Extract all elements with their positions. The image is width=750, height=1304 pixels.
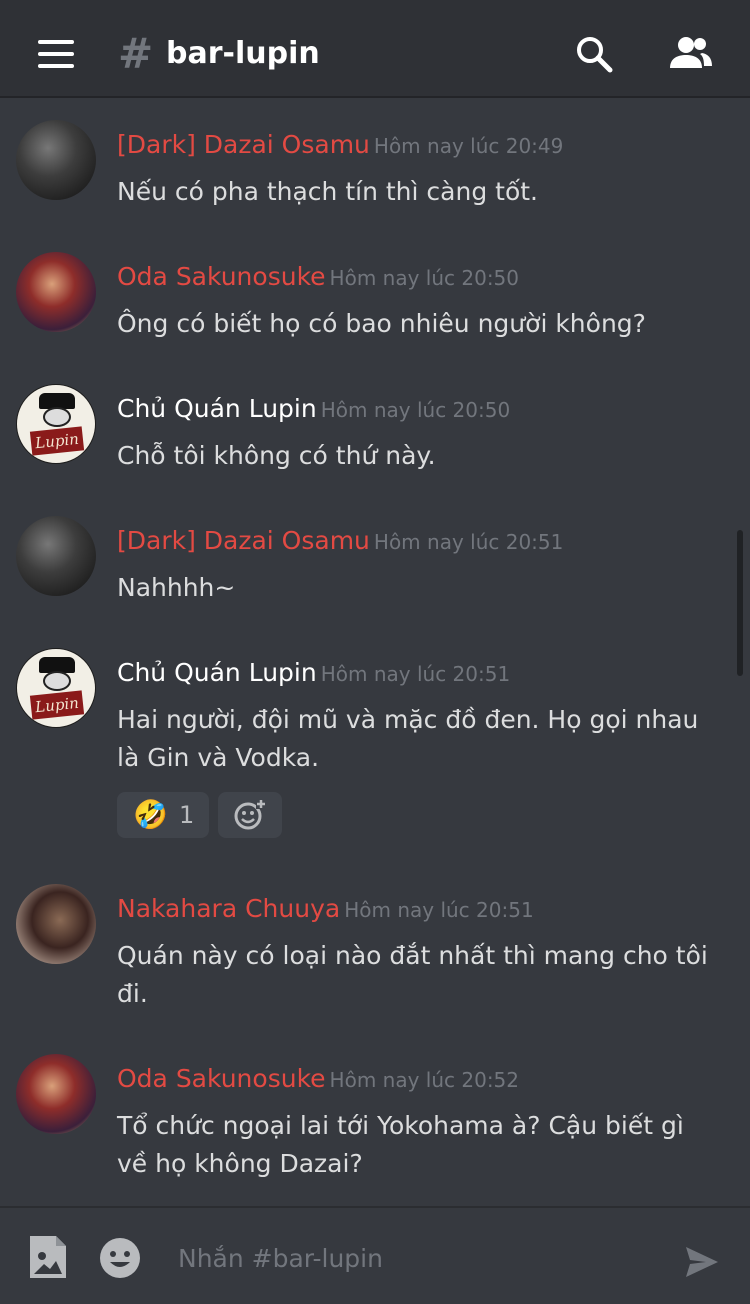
scrollbar[interactable]	[737, 530, 743, 676]
username[interactable]: Chủ Quán Lupin	[117, 658, 317, 687]
message-header: Nakahara Chuuya Hôm nay lúc 20:51	[117, 894, 534, 923]
avatar-lupin[interactable]: Lupin	[16, 384, 96, 464]
lupin-logo: Lupin	[29, 690, 85, 720]
username[interactable]: Nakahara Chuuya	[117, 894, 340, 923]
message-text: Quán này có loại nào đắt nhất thì mang c…	[117, 941, 708, 1008]
channel-title: bar-lupin	[166, 36, 320, 71]
username[interactable]: Oda Sakunosuke	[117, 1064, 326, 1093]
avatar-face	[43, 671, 71, 691]
message-input[interactable]	[170, 1236, 666, 1280]
channel-hash-icon: #	[118, 29, 154, 78]
emoji-icon[interactable]	[98, 1236, 142, 1280]
add-reaction-button[interactable]	[218, 792, 282, 838]
timestamp: Hôm nay lúc 20:49	[373, 134, 564, 158]
message-header: Oda Sakunosuke Hôm nay lúc 20:52	[117, 1064, 519, 1093]
avatar-lupin[interactable]: Lupin	[16, 648, 96, 728]
avatar-oda[interactable]	[16, 1054, 96, 1134]
message-header: Chủ Quán Lupin Hôm nay lúc 20:50	[117, 394, 510, 423]
add-reaction-icon	[234, 799, 266, 830]
message-text: Nahhhh~	[117, 573, 236, 602]
reaction-button[interactable]: 🤣 1	[117, 792, 209, 838]
message-text: Nếu có pha thạch tín thì càng tốt.	[117, 177, 538, 206]
lupin-logo: Lupin	[29, 426, 85, 456]
members-icon[interactable]	[666, 34, 714, 74]
message-list[interactable]: [Dark] Dazai Osamu Hôm nay lúc 20:49 Nếu …	[0, 100, 750, 1206]
avatar-dazai[interactable]	[16, 516, 96, 596]
message-header: [Dark] Dazai Osamu Hôm nay lúc 20:51	[117, 526, 563, 555]
reaction-count: 1	[179, 801, 195, 829]
message-header: Chủ Quán Lupin Hôm nay lúc 20:51	[117, 658, 510, 687]
message-header: [Dark] Dazai Osamu Hôm nay lúc 20:49	[117, 130, 563, 159]
timestamp: Hôm nay lúc 20:50	[320, 398, 511, 422]
username[interactable]: [Dark] Dazai Osamu	[117, 130, 370, 159]
search-icon[interactable]	[574, 34, 614, 74]
avatar-oda[interactable]	[16, 252, 96, 332]
rofl-emoji-icon: 🤣	[133, 798, 168, 831]
username[interactable]: Chủ Quán Lupin	[117, 394, 317, 423]
message-text: Tổ chức ngoại lai tới Yokohama à? Cậu bi…	[117, 1111, 684, 1178]
message-header: Oda Sakunosuke Hôm nay lúc 20:50	[117, 262, 519, 291]
timestamp: Hôm nay lúc 20:51	[320, 662, 511, 686]
timestamp: Hôm nay lúc 20:50	[329, 266, 520, 290]
message-text: Chỗ tôi không có thứ này.	[117, 441, 436, 470]
channel-header: # bar-lupin	[0, 0, 750, 98]
hamburger-menu-icon[interactable]	[38, 40, 74, 68]
image-icon[interactable]	[28, 1234, 68, 1280]
message-text: Hai người, đội mũ và mặc đồ đen. Họ gọi …	[117, 705, 699, 772]
timestamp: Hôm nay lúc 20:51	[344, 898, 534, 922]
message-text: Ông có biết họ có bao nhiêu người không?	[117, 309, 646, 338]
timestamp: Hôm nay lúc 20:51	[373, 530, 564, 554]
timestamp: Hôm nay lúc 20:52	[329, 1068, 520, 1092]
avatar-chuuya[interactable]	[16, 884, 96, 964]
avatar-face	[43, 407, 71, 427]
message-composer	[0, 1206, 750, 1304]
send-icon[interactable]	[684, 1244, 720, 1280]
avatar-dazai[interactable]	[16, 120, 96, 200]
username[interactable]: Oda Sakunosuke	[117, 262, 326, 291]
username[interactable]: [Dark] Dazai Osamu	[117, 526, 370, 555]
